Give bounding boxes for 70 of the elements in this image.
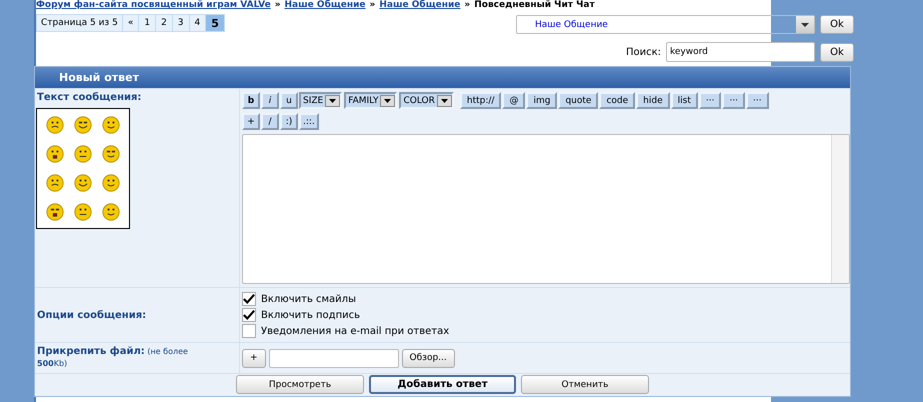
field-label: Прикрепить файл: (не более 500Kb) bbox=[35, 343, 240, 373]
breadcrumb-current: Повседневный Чит Чат bbox=[474, 0, 595, 11]
format-button[interactable]: quote bbox=[558, 92, 598, 109]
smiley-icon[interactable] bbox=[102, 174, 120, 192]
page-link[interactable]: 2 bbox=[155, 15, 172, 31]
form-button[interactable]: Отменить bbox=[521, 375, 649, 394]
format-button[interactable]: :) bbox=[280, 113, 298, 130]
file-field[interactable] bbox=[268, 348, 399, 368]
scrollbar[interactable] bbox=[831, 135, 849, 283]
page-link[interactable]: 3 bbox=[172, 15, 189, 31]
format-button[interactable]: .::. bbox=[299, 113, 319, 130]
format-button[interactable]: http:// bbox=[460, 92, 502, 109]
format-button[interactable]: code bbox=[599, 92, 636, 109]
breadcrumb-separator: » bbox=[370, 0, 376, 11]
format-button[interactable]: @ bbox=[502, 92, 526, 109]
format-button[interactable]: img bbox=[526, 92, 558, 109]
page-link[interactable]: « bbox=[122, 15, 138, 31]
form-button[interactable]: Добавить ответ bbox=[369, 375, 516, 394]
checkbox[interactable] bbox=[242, 324, 256, 338]
smiley-icon[interactable] bbox=[102, 145, 120, 163]
field-label: Опции сообщения: bbox=[35, 288, 240, 342]
format-dropdown[interactable]: FAMILY bbox=[344, 92, 398, 109]
format-button[interactable]: ··· bbox=[746, 92, 769, 109]
browse-button[interactable]: Обзор... bbox=[402, 348, 455, 368]
page-link[interactable]: 5 bbox=[205, 15, 224, 31]
option-label: Включить подпись bbox=[261, 310, 360, 320]
panel-title: Новый ответ bbox=[35, 67, 850, 88]
page-count: Страница 5 из 5 bbox=[37, 15, 122, 31]
checkbox[interactable] bbox=[242, 292, 256, 306]
field-label: Текст сообщения: bbox=[37, 92, 142, 103]
search-field[interactable]: keyword bbox=[666, 42, 815, 62]
format-button[interactable]: / bbox=[261, 113, 279, 130]
smiley-icon[interactable] bbox=[46, 174, 64, 192]
smiley-icon[interactable] bbox=[46, 116, 64, 134]
format-button[interactable]: ··· bbox=[722, 92, 746, 109]
format-button[interactable]: hide bbox=[636, 92, 670, 109]
form-button[interactable]: Просмотреть bbox=[236, 375, 364, 394]
format-button[interactable]: ··· bbox=[698, 92, 722, 109]
checkbox[interactable] bbox=[242, 308, 256, 322]
smiley-icon[interactable] bbox=[74, 145, 92, 163]
caret-icon bbox=[801, 22, 809, 26]
page-link[interactable]: 1 bbox=[138, 15, 156, 31]
format-button[interactable]: u bbox=[280, 92, 298, 109]
option-label: Уведомления на e-mail при ответах bbox=[261, 326, 450, 336]
smiley-icon[interactable] bbox=[46, 203, 64, 221]
ok-button[interactable]: Ok bbox=[820, 42, 854, 62]
option-label: Включить смайлы bbox=[261, 294, 356, 304]
smiley-icon[interactable] bbox=[74, 203, 92, 221]
breadcrumb-link[interactable]: Форум фан-сайта посвященный играм VALVe bbox=[36, 0, 271, 11]
smiley-icon[interactable] bbox=[74, 174, 92, 192]
format-dropdown[interactable]: COLOR bbox=[399, 92, 454, 109]
search-label: Поиск: bbox=[626, 46, 661, 58]
breadcrumb-separator: » bbox=[464, 0, 470, 11]
smiley-icon[interactable] bbox=[102, 203, 120, 221]
page-link[interactable]: 4 bbox=[188, 15, 206, 31]
smiley-icon[interactable] bbox=[102, 116, 120, 134]
ok-button[interactable]: Ok bbox=[820, 15, 854, 34]
add-file-button[interactable]: + bbox=[242, 348, 266, 368]
format-dropdown[interactable]: SIZE bbox=[299, 92, 342, 109]
format-button[interactable]: i bbox=[261, 92, 279, 109]
smiley-icon[interactable] bbox=[46, 145, 64, 163]
format-button[interactable]: + bbox=[242, 113, 260, 130]
format-button[interactable]: b bbox=[242, 92, 260, 109]
breadcrumb-separator: » bbox=[274, 0, 281, 11]
breadcrumb-link[interactable]: Наше Общение bbox=[284, 0, 366, 11]
smiley-icon[interactable] bbox=[74, 116, 92, 134]
format-button[interactable]: list bbox=[670, 92, 698, 109]
forum-select[interactable]: Наше Общение bbox=[516, 15, 815, 34]
breadcrumb-link[interactable]: Наше Общение bbox=[379, 0, 460, 11]
message-field[interactable] bbox=[242, 134, 850, 284]
